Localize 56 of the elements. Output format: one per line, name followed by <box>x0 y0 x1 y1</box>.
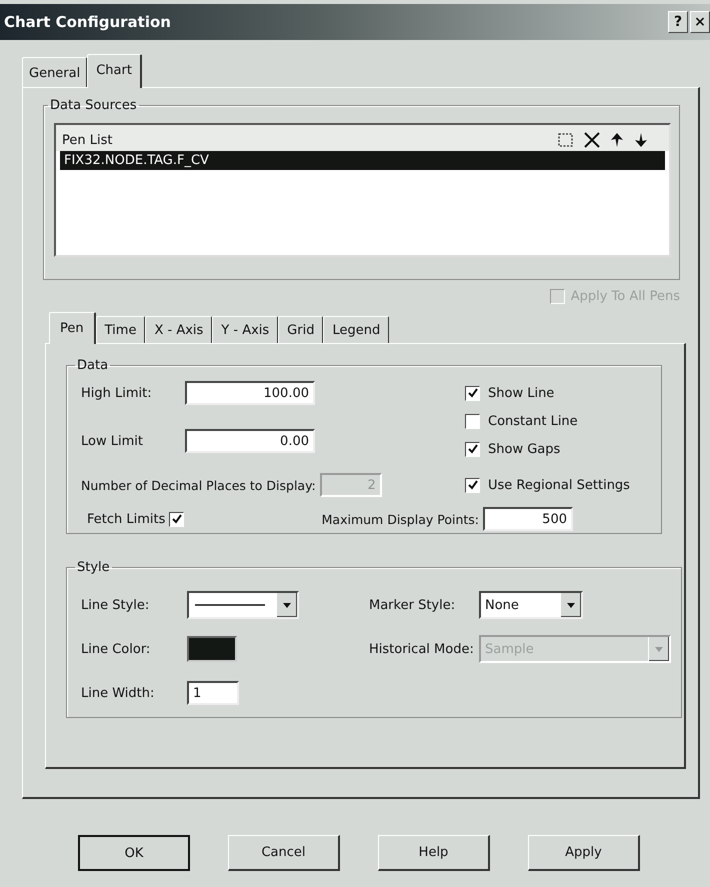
dotted-square-icon[interactable] <box>557 132 575 148</box>
tab[interactable]: X - Axis <box>145 316 212 343</box>
group-title: Data Sources <box>49 98 138 113</box>
field-label: Marker Style: <box>368 598 456 612</box>
input-field[interactable]: 0.00 <box>185 429 315 453</box>
up-arrow-icon[interactable] <box>609 132 625 148</box>
checkbox-label: Fetch Limits <box>87 512 166 526</box>
checkbox-label: Show Gaps <box>488 442 560 456</box>
marker-style-dropdown[interactable]: None <box>479 591 583 619</box>
close-button[interactable]: × <box>690 11 710 33</box>
caret-icon <box>283 602 291 608</box>
list-item[interactable]: FIX32.NODE.TAG.F_CV <box>60 151 665 170</box>
tab[interactable]: Pen <box>49 312 96 344</box>
checkbox[interactable] <box>169 512 184 526</box>
window-title: Chart Configuration <box>4 13 171 31</box>
help-button[interactable]: ? <box>668 11 688 33</box>
field-label: Line Width: <box>81 686 156 700</box>
field-label: Line Color: <box>81 642 152 656</box>
checkbox[interactable] <box>465 386 480 400</box>
down-arrow-icon[interactable] <box>633 132 649 148</box>
group-title: Data <box>76 358 110 373</box>
field-label: Maximum Display Points: <box>322 512 479 526</box>
tab[interactable]: General <box>22 57 88 87</box>
checkbox-label: Show Line <box>488 386 554 400</box>
tab[interactable]: Legend <box>323 316 390 343</box>
delete-icon[interactable] <box>583 132 601 148</box>
input-field[interactable]: 500 <box>483 507 573 531</box>
group-title: Style <box>76 560 111 575</box>
dialog-button[interactable]: OK <box>78 835 190 871</box>
field-label: Low Limit <box>81 434 144 448</box>
list-label: Pen List <box>62 132 112 148</box>
input-field[interactable]: 100.00 <box>185 381 315 405</box>
tab[interactable]: Y - Axis <box>212 316 278 343</box>
input-field[interactable]: 1 <box>187 681 239 705</box>
tab[interactable]: Time <box>96 316 146 343</box>
checkbox-label: Constant Line <box>488 414 578 428</box>
caret-icon <box>655 646 663 652</box>
pen-list[interactable]: Pen List FIX32.NODE.TAG.F_CV <box>54 123 671 257</box>
field-label: High Limit: <box>81 386 153 400</box>
tab[interactable]: Grid <box>278 316 324 343</box>
field-label: Historical Mode: <box>368 642 475 656</box>
solid-line-icon <box>195 602 265 608</box>
dialog-button[interactable]: Cancel <box>228 835 340 871</box>
caret-icon <box>567 602 575 608</box>
dialog-button[interactable]: Apply <box>528 835 640 871</box>
checkbox[interactable] <box>465 478 480 492</box>
dialog-button[interactable]: Help <box>378 835 490 871</box>
tab[interactable]: Chart <box>87 54 142 88</box>
checkbox-label: Apply To All Pens <box>570 288 680 304</box>
checkbox[interactable] <box>465 414 480 428</box>
checkbox-label: Use Regional Settings <box>488 478 630 492</box>
color-swatch[interactable] <box>187 636 237 662</box>
checkbox[interactable] <box>465 442 480 456</box>
field-label: Number of Decimal Places to Display: <box>81 478 316 492</box>
line-style-dropdown[interactable] <box>187 591 299 619</box>
field-label: Line Style: <box>81 598 150 612</box>
